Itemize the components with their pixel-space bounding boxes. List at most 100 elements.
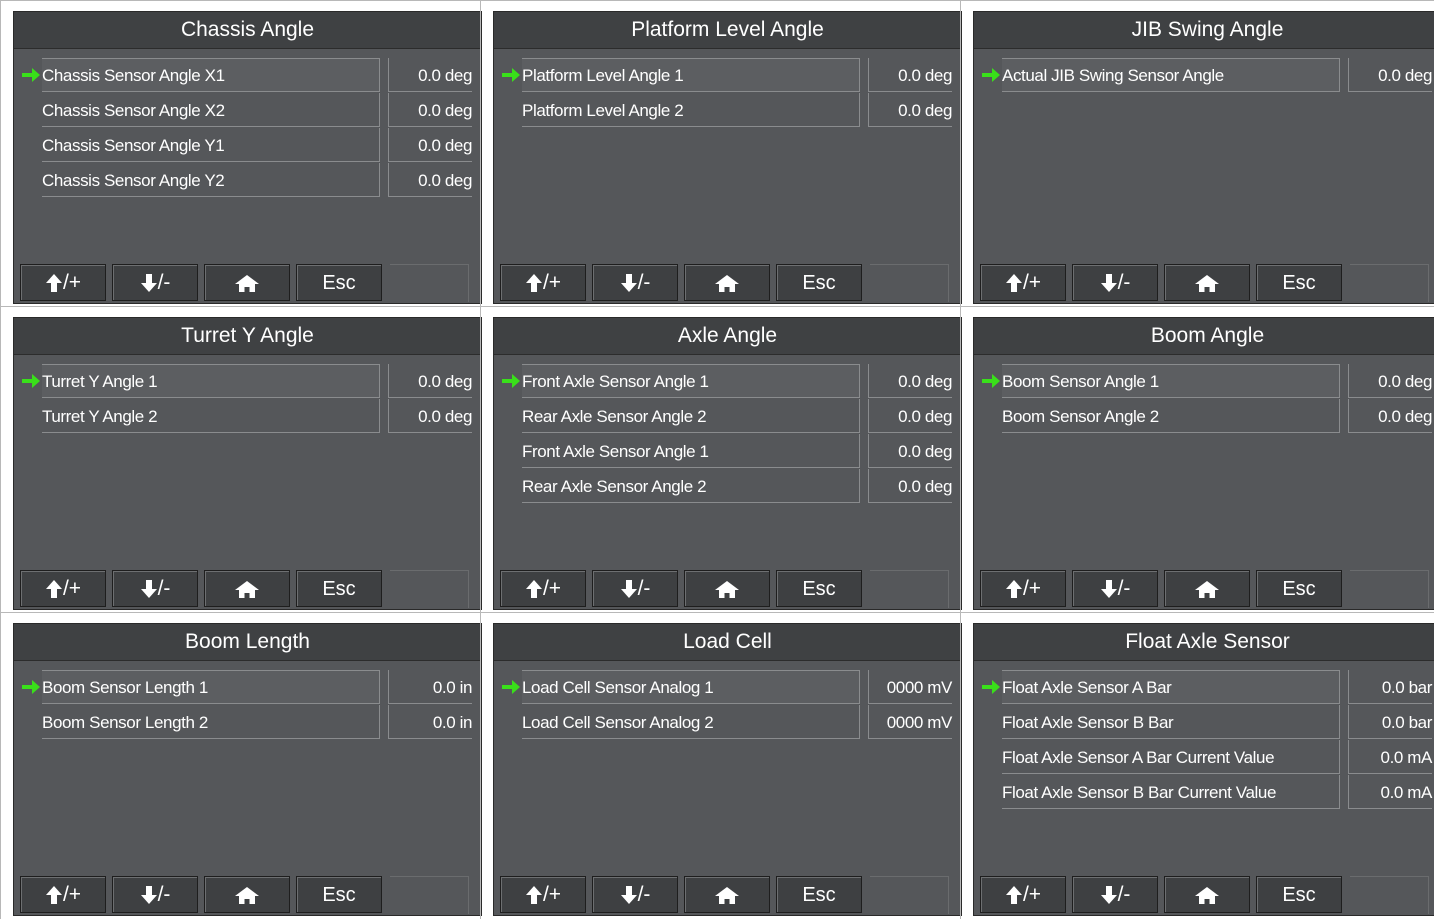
button-bar-empty-slot	[870, 264, 949, 302]
button-bar: /+ /- Esc	[20, 263, 475, 303]
esc-label: Esc	[322, 578, 356, 600]
sensor-row[interactable]: Platform Level Angle 1 0.0 deg	[494, 58, 961, 93]
sensor-row[interactable]: Chassis Sensor Angle Y1 0.0 deg	[14, 128, 481, 163]
arrow-down-icon	[620, 580, 637, 599]
esc-button[interactable]: Esc	[1256, 264, 1342, 301]
sensor-value: 0.0 deg	[418, 372, 472, 391]
up-plus-label: /+	[62, 271, 82, 294]
sensor-row[interactable]: Front Axle Sensor Angle 1 0.0 deg	[494, 364, 961, 399]
screen-title: Float Axle Sensor	[974, 624, 1434, 661]
home-button[interactable]	[204, 876, 290, 913]
button-bar-empty-slot	[390, 570, 469, 608]
button-bar-empty-slot	[870, 570, 949, 608]
sensor-row[interactable]: Front Axle Sensor Angle 1 0.0 deg	[494, 434, 961, 469]
sensor-list: Actual JIB Swing Sensor Angle 0.0 deg	[974, 58, 1434, 93]
down-minus-button[interactable]: /-	[1072, 876, 1158, 913]
up-plus-button[interactable]: /+	[980, 876, 1066, 913]
sensor-row[interactable]: Load Cell Sensor Analog 1 0000 mV	[494, 670, 961, 705]
sensor-list: Load Cell Sensor Analog 1 0000 mV Load Cel…	[494, 670, 961, 740]
sensor-row[interactable]: Platform Level Angle 2 0.0 deg	[494, 93, 961, 128]
arrow-up-icon	[1005, 886, 1022, 905]
display-screen: Load Cell Load Cell Sensor Analog 1 0000 m…	[493, 623, 962, 916]
down-minus-label: /-	[1117, 883, 1131, 906]
home-button[interactable]	[204, 570, 290, 607]
down-minus-button[interactable]: /-	[1072, 264, 1158, 301]
esc-button[interactable]: Esc	[1256, 876, 1342, 913]
home-button[interactable]	[1164, 570, 1250, 607]
screen-title: Axle Angle	[494, 318, 961, 355]
sensor-row[interactable]: Chassis Sensor Angle X2 0.0 deg	[14, 93, 481, 128]
down-minus-button[interactable]: /-	[592, 876, 678, 913]
esc-button[interactable]: Esc	[776, 876, 862, 913]
home-button[interactable]	[684, 264, 770, 301]
selection-arrow-icon	[22, 374, 40, 388]
sensor-value: 0000 mV	[886, 713, 953, 732]
home-button[interactable]	[684, 876, 770, 913]
up-plus-button[interactable]: /+	[20, 876, 106, 913]
sensor-row[interactable]: Turret Y Angle 2 0.0 deg	[14, 399, 481, 434]
down-minus-button[interactable]: /-	[592, 264, 678, 301]
sensor-row[interactable]: Chassis Sensor Angle X1 0.0 deg	[14, 58, 481, 93]
sensor-row[interactable]: Boom Sensor Angle 2 0.0 deg	[974, 399, 1434, 434]
esc-button[interactable]: Esc	[1256, 570, 1342, 607]
down-minus-button[interactable]: /-	[112, 264, 198, 301]
screen-cell: Turret Y Angle Turret Y Angle 1 0.0 deg Tur…	[0, 306, 482, 613]
esc-button[interactable]: Esc	[776, 570, 862, 607]
home-button[interactable]	[1164, 876, 1250, 913]
home-icon	[1195, 887, 1219, 905]
down-minus-label: /-	[1117, 271, 1131, 294]
screen-cell: Load Cell Load Cell Sensor Analog 1 0000 m…	[480, 612, 962, 919]
up-plus-button[interactable]: /+	[980, 570, 1066, 607]
esc-label: Esc	[802, 578, 836, 600]
up-plus-label: /+	[1022, 271, 1042, 294]
up-plus-button[interactable]: /+	[20, 264, 106, 301]
display-screen: Chassis Angle Chassis Sensor Angle X1 0.0 …	[13, 11, 482, 304]
esc-button[interactable]: Esc	[296, 264, 382, 301]
esc-button[interactable]: Esc	[776, 264, 862, 301]
esc-button[interactable]: Esc	[296, 570, 382, 607]
sensor-row[interactable]: Load Cell Sensor Analog 2 0000 mV	[494, 705, 961, 740]
sensor-label: Float Axle Sensor B Bar	[1002, 713, 1174, 732]
home-button[interactable]	[684, 570, 770, 607]
sensor-row[interactable]: Float Axle Sensor A Bar 0.0 bar	[974, 670, 1434, 705]
screen-title: Boom Length	[14, 624, 481, 661]
down-minus-button[interactable]: /-	[112, 570, 198, 607]
home-button[interactable]	[1164, 264, 1250, 301]
screen-cell: Boom Angle Boom Sensor Angle 1 0.0 deg Boom…	[960, 306, 1434, 613]
esc-label: Esc	[322, 884, 356, 906]
sensor-row[interactable]: Float Axle Sensor B Bar Current Value 0.0…	[974, 775, 1434, 810]
home-button[interactable]	[204, 264, 290, 301]
arrow-down-icon	[1100, 580, 1117, 599]
down-minus-button[interactable]: /-	[592, 570, 678, 607]
sensor-row[interactable]: Turret Y Angle 1 0.0 deg	[14, 364, 481, 399]
sensor-value: 0.0 deg	[898, 101, 952, 120]
sensor-row[interactable]: Rear Axle Sensor Angle 2 0.0 deg	[494, 469, 961, 504]
down-minus-button[interactable]: /-	[1072, 570, 1158, 607]
button-bar: /+ /- Esc	[980, 875, 1434, 915]
down-minus-label: /-	[157, 271, 171, 294]
up-plus-button[interactable]: /+	[980, 264, 1066, 301]
sensor-value: 0.0 deg	[418, 136, 472, 155]
down-minus-button[interactable]: /-	[112, 876, 198, 913]
sensor-row[interactable]: Float Axle Sensor A Bar Current Value 0.0…	[974, 740, 1434, 775]
up-plus-button[interactable]: /+	[500, 570, 586, 607]
esc-button[interactable]: Esc	[296, 876, 382, 913]
home-icon	[715, 275, 739, 293]
sensor-row[interactable]: Boom Sensor Length 1 0.0 in	[14, 670, 481, 705]
sensor-row[interactable]: Float Axle Sensor B Bar 0.0 bar	[974, 705, 1434, 740]
sensor-row[interactable]: Boom Sensor Length 2 0.0 in	[14, 705, 481, 740]
screen-cell: Float Axle Sensor Float Axle Sensor A Bar…	[960, 612, 1434, 919]
up-plus-button[interactable]: /+	[500, 876, 586, 913]
sensor-row[interactable]: Chassis Sensor Angle Y2 0.0 deg	[14, 163, 481, 198]
up-plus-button[interactable]: /+	[500, 264, 586, 301]
screen-title: Platform Level Angle	[494, 12, 961, 49]
arrow-down-icon	[140, 580, 157, 599]
down-minus-label: /-	[157, 577, 171, 600]
sensor-row[interactable]: Actual JIB Swing Sensor Angle 0.0 deg	[974, 58, 1434, 93]
arrow-down-icon	[620, 274, 637, 293]
selection-arrow-icon	[982, 680, 1000, 694]
sensor-row[interactable]: Rear Axle Sensor Angle 2 0.0 deg	[494, 399, 961, 434]
sensor-value: 0.0 deg	[418, 171, 472, 190]
sensor-row[interactable]: Boom Sensor Angle 1 0.0 deg	[974, 364, 1434, 399]
up-plus-button[interactable]: /+	[20, 570, 106, 607]
